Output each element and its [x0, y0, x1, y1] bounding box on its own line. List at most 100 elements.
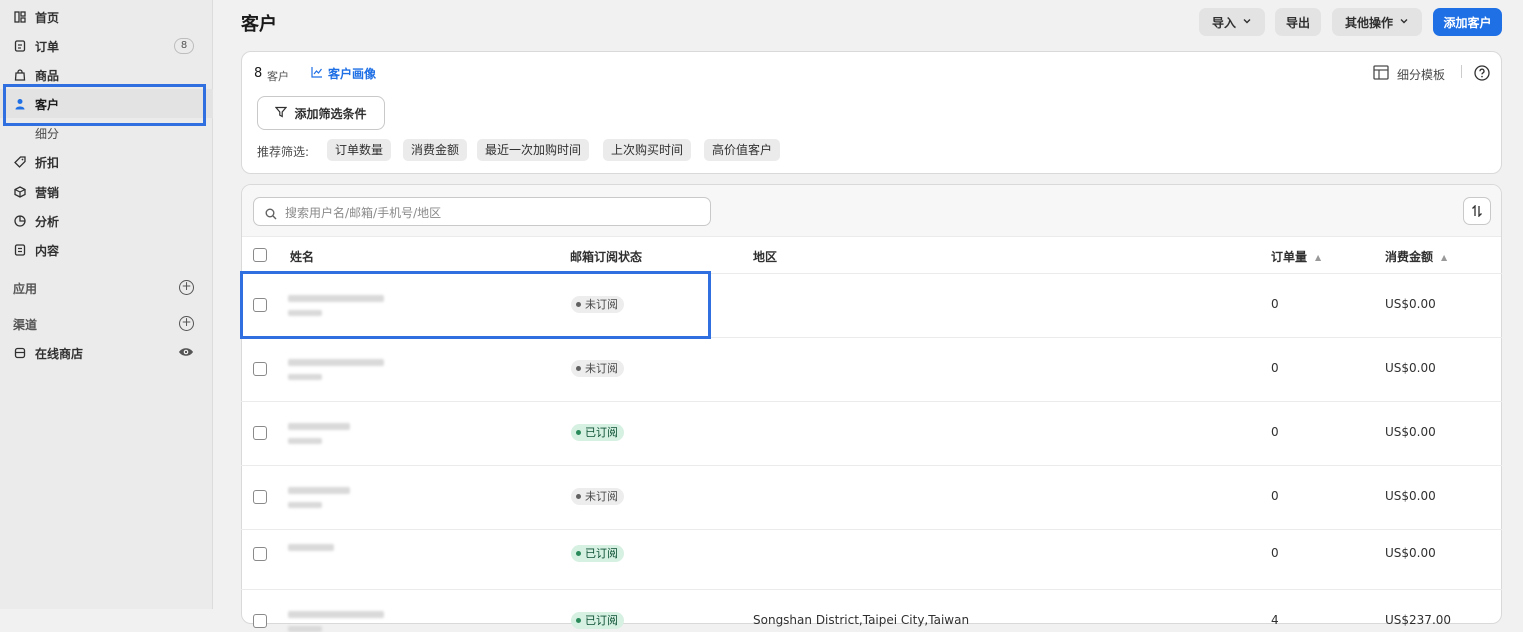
sidebar-item-analytics[interactable]: 分析: [0, 206, 213, 235]
chevron-down-icon: [1399, 15, 1409, 29]
column-header-name[interactable]: 姓名: [290, 248, 314, 265]
redacted-customer-name: [288, 487, 350, 494]
person-icon: [13, 97, 26, 110]
sidebar-item-label: 客户: [35, 98, 60, 112]
email-status-label: 未订阅: [585, 490, 618, 503]
sidebar-item-segments[interactable]: 细分: [0, 118, 213, 147]
add-filter-label: 添加筛选条件: [294, 106, 367, 121]
column-header-spent[interactable]: 消费金额 ▲: [1385, 248, 1447, 265]
column-header-email-status[interactable]: 邮箱订阅状态: [570, 248, 642, 265]
sidebar-item-label: 订单: [35, 40, 60, 54]
more-actions-button[interactable]: 其他操作: [1332, 8, 1422, 36]
email-status-badge: 已订阅: [571, 424, 624, 441]
chart-pie-icon: [13, 214, 26, 227]
redacted-customer-email: [288, 438, 322, 444]
sidebar-item-marketing[interactable]: 营销: [0, 177, 213, 206]
filter-chip-last-purchase[interactable]: 上次购买时间: [603, 139, 692, 161]
customer-count-unit: 客户: [267, 70, 289, 83]
row-checkbox[interactable]: [253, 547, 267, 561]
redacted-customer-email: [288, 502, 322, 508]
row-checkbox[interactable]: [253, 362, 267, 376]
spent-cell: US$0.00: [1385, 361, 1436, 375]
customer-count: 8: [254, 66, 263, 81]
email-status-label: 已订阅: [585, 547, 618, 560]
sidebar-item-label: 分析: [35, 215, 60, 229]
row-checkbox[interactable]: [253, 490, 267, 504]
sidebar-item-label: 营销: [35, 186, 60, 200]
row-checkbox[interactable]: [253, 614, 267, 628]
sidebar: 首页 订单 8 商品 客户 细分 折扣 营销 分析 内容 应用 + 渠道 + 在…: [0, 0, 213, 609]
add-app-icon[interactable]: +: [179, 280, 194, 295]
orders-cell: 4: [1271, 613, 1279, 627]
divider: [1461, 65, 1462, 78]
email-status-badge: 未订阅: [571, 296, 624, 313]
filter-funnel-icon: [275, 106, 288, 121]
email-status-badge: 未订阅: [571, 488, 624, 505]
row-divider: [241, 401, 1502, 402]
column-header-region[interactable]: 地区: [753, 248, 777, 265]
orders-cell: 0: [1271, 425, 1279, 439]
orders-cell: 0: [1271, 297, 1279, 311]
sidebar-item-label: 细分: [35, 127, 60, 141]
sidebar-item-home[interactable]: 首页: [0, 2, 213, 31]
row-checkbox[interactable]: [253, 426, 267, 440]
redacted-customer-email: [288, 626, 322, 632]
redacted-customer-name: [288, 611, 384, 618]
orders-cell: 0: [1271, 361, 1279, 375]
filter-chip-last-add-to-cart[interactable]: 最近一次加购时间: [477, 139, 590, 161]
add-customer-button[interactable]: 添加客户: [1433, 8, 1502, 36]
sidebar-item-discounts[interactable]: 折扣: [0, 147, 213, 176]
segment-template-button[interactable]: 细分模板: [1373, 65, 1445, 83]
tag-bag-icon: [13, 68, 26, 81]
filter-chip-order-count[interactable]: 订单数量: [327, 139, 392, 161]
sidebar-item-content[interactable]: 内容: [0, 235, 213, 264]
recommended-filters-label: 推荐筛选:: [257, 145, 310, 159]
insights-label: 客户画像: [328, 67, 377, 81]
row-divider: [241, 589, 1502, 590]
select-all-checkbox[interactable]: [253, 248, 267, 262]
redacted-customer-email: [288, 374, 322, 380]
row-divider: [241, 273, 1502, 274]
sort-icon: ▲: [1441, 253, 1448, 262]
status-dot-icon: [576, 301, 581, 307]
search-placeholder: 搜索用户名/邮箱/手机号/地区: [285, 206, 442, 220]
sidebar-item-orders[interactable]: 订单 8: [0, 31, 213, 60]
eye-icon[interactable]: [178, 346, 194, 361]
help-icon[interactable]: [1474, 65, 1490, 85]
spent-cell: US$0.00: [1385, 425, 1436, 439]
email-status-label: 未订阅: [585, 362, 618, 375]
row-divider: [241, 529, 1502, 530]
spent-header-label: 消费金额: [1385, 250, 1434, 264]
filter-chip-high-value[interactable]: 高价值客户: [704, 139, 781, 161]
export-button[interactable]: 导出: [1275, 8, 1321, 36]
sidebar-item-products[interactable]: 商品: [0, 60, 213, 89]
import-button[interactable]: 导入: [1199, 8, 1265, 36]
document-icon: [13, 243, 26, 256]
export-label: 导出: [1285, 15, 1310, 30]
more-actions-label: 其他操作: [1344, 15, 1393, 30]
add-filter-button[interactable]: 添加筛选条件: [257, 96, 385, 130]
email-status-badge: 已订阅: [571, 612, 624, 629]
sidebar-item-online-store[interactable]: 在线商店: [0, 338, 213, 367]
spent-cell: US$0.00: [1385, 546, 1436, 560]
email-status-label: 已订阅: [585, 614, 618, 627]
line-chart-icon: [311, 66, 323, 81]
customer-insights-link[interactable]: 客户画像: [311, 65, 376, 82]
orders-count-badge: 8: [174, 38, 194, 54]
status-dot-icon: [576, 493, 581, 499]
spent-cell: US$237.00: [1385, 613, 1452, 627]
target-icon: [13, 185, 26, 198]
search-input[interactable]: 搜索用户名/邮箱/手机号/地区: [253, 197, 711, 226]
status-dot-icon: [576, 617, 581, 623]
row-checkbox[interactable]: [253, 298, 267, 312]
row-divider: [241, 337, 1502, 338]
sidebar-item-label: 折扣: [35, 156, 60, 170]
add-customer-label: 添加客户: [1443, 15, 1492, 30]
sidebar-item-customers[interactable]: 客户: [0, 89, 213, 118]
filter-chip-amount-spent[interactable]: 消费金额: [403, 139, 468, 161]
column-header-orders[interactable]: 订单量 ▲: [1271, 248, 1321, 265]
add-channel-icon[interactable]: +: [179, 316, 194, 331]
sort-icon: ▲: [1315, 253, 1322, 262]
sort-button[interactable]: [1463, 197, 1491, 225]
sidebar-item-label: 内容: [35, 244, 60, 258]
